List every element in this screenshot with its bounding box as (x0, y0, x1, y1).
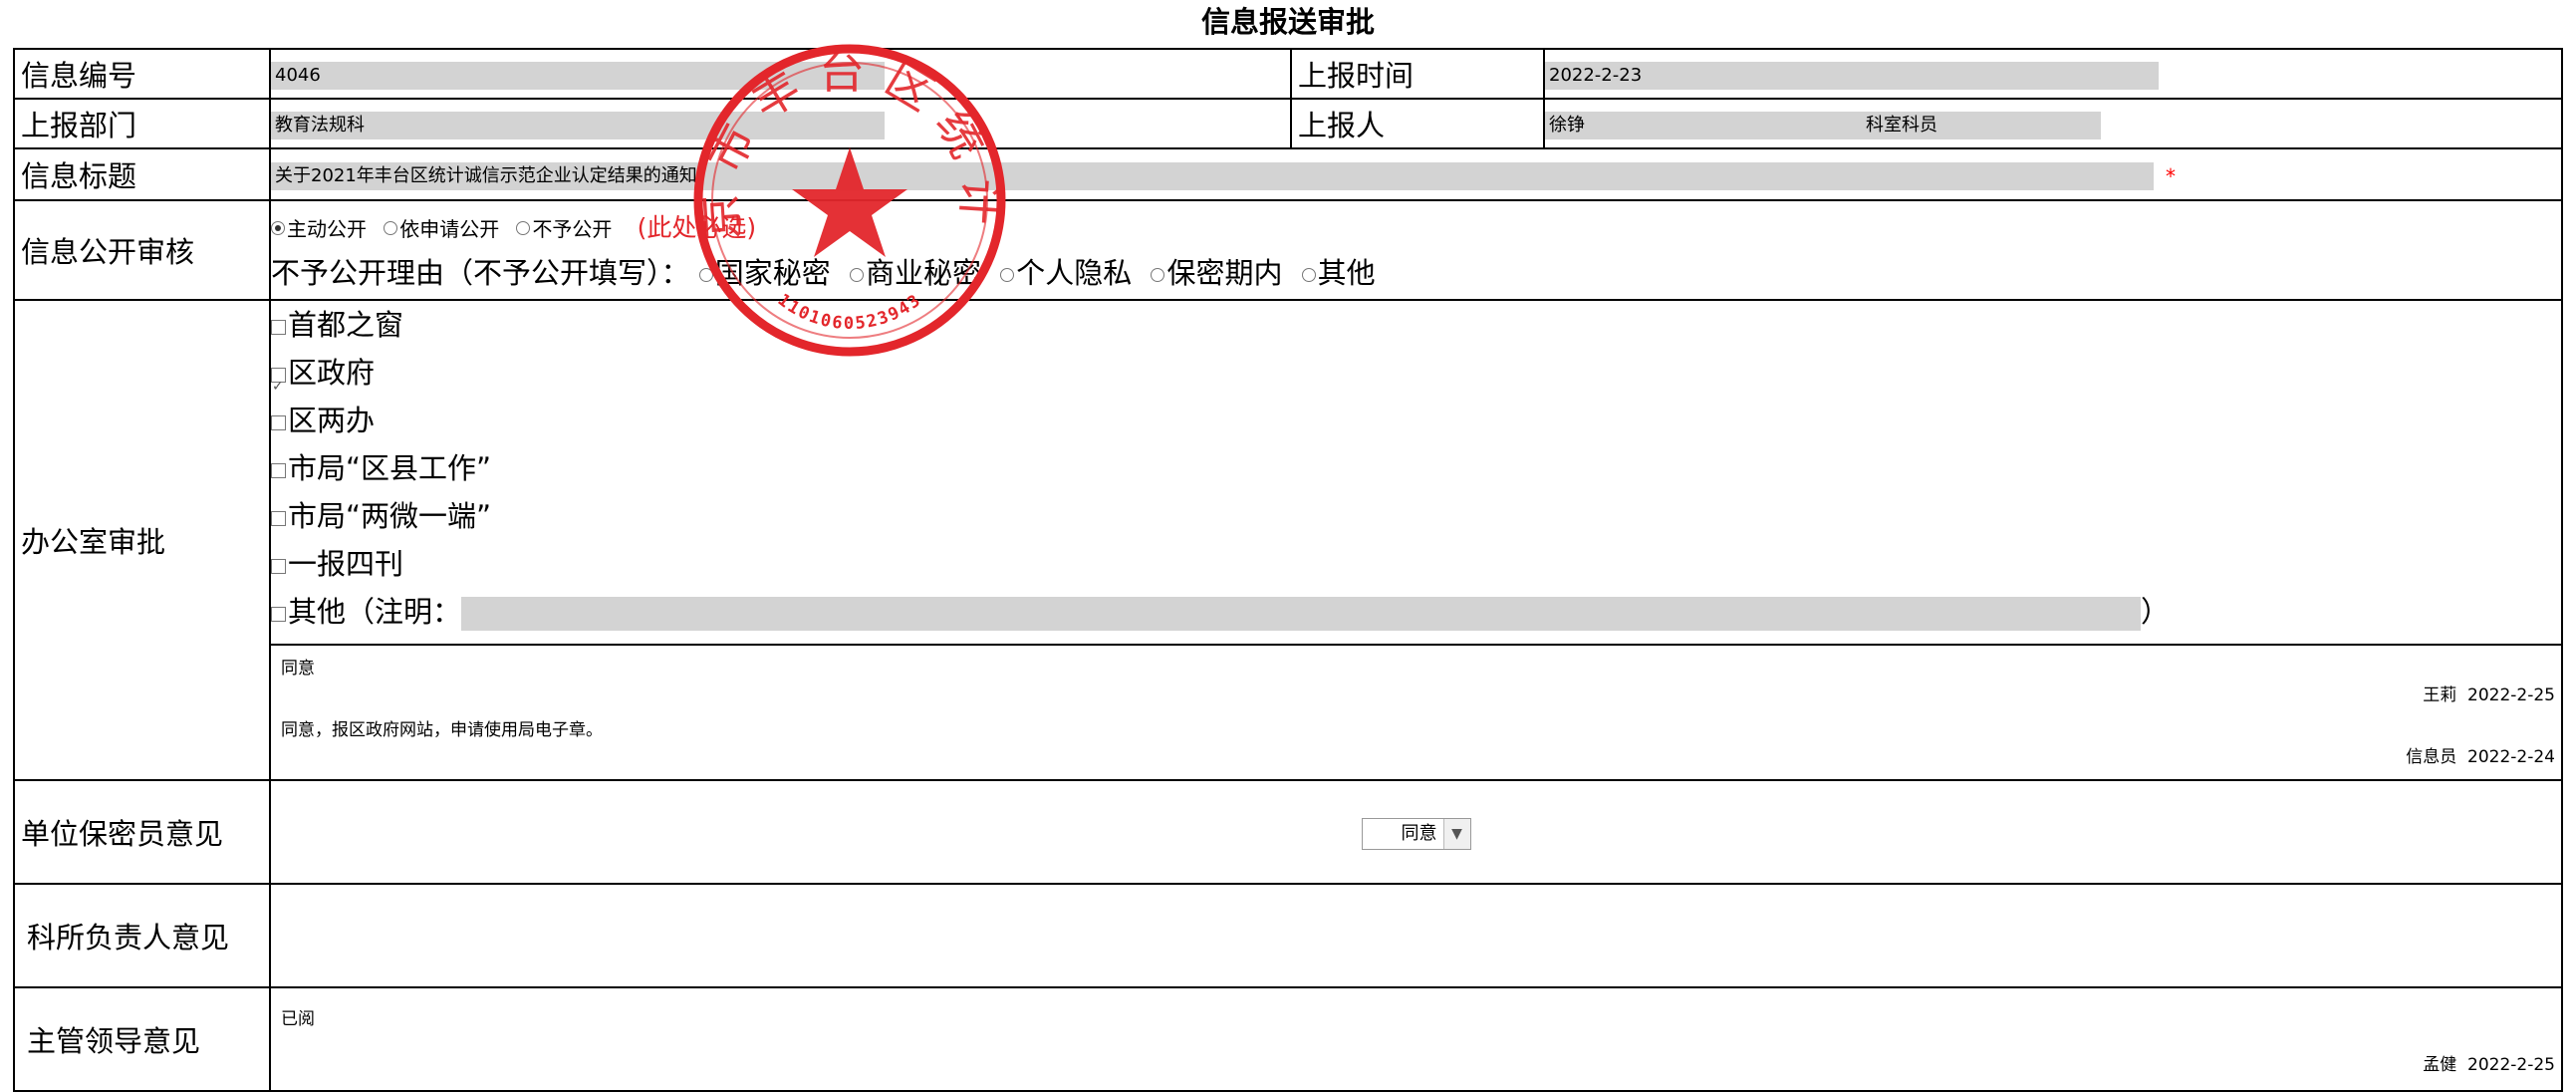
radio-icon (1000, 268, 1015, 282)
row-title: 信息标题 关于2021年丰台区统计诚信示范企业认定结果的通知 * (13, 147, 2563, 201)
row-office: 办公室审批 首都之窗 区政府 区两办 市局“区县工作” 市局“两微一端” 一报四… (13, 299, 2563, 781)
required-mark: * (2166, 164, 2176, 188)
reason-option-privacy[interactable]: 个人隐私 (1000, 256, 1132, 290)
info-title-label: 信息标题 (13, 147, 271, 201)
approval-form: 信息编号 4046 上报时间 2022-2-23 上报部门 教育法规科 上报人 … (13, 48, 2563, 1092)
checkbox-bureau-county-work[interactable]: 市局“区县工作” (271, 444, 2561, 492)
checkbox-other: 其他（注明：） (271, 588, 2561, 636)
report-time-cell: 2022-2-23 (1543, 48, 2563, 100)
info-no-label: 信息编号 (13, 48, 271, 100)
checkbox-district-government[interactable]: 区政府 (271, 349, 2561, 410)
row-office-comments: 同意 王莉 2022-2-25 同意，报区政府网站，申请使用局电子章。 信息员 … (14, 644, 2563, 781)
secrecy-cell: 同意 ▼ (269, 779, 2563, 885)
leader-signature: 孟健 2022-2-25 (2423, 1055, 2555, 1075)
row-leader: 主管领导意见 已阅 孟健 2022-2-25 (13, 986, 2563, 1092)
dept-head-label: 科所负责人意见 (13, 883, 271, 988)
row-dept: 上报部门 教育法规科 上报人 徐铮 科室科员 (13, 98, 2563, 149)
checkbox-one-report-four-journals[interactable]: 一报四刊 (271, 540, 2561, 588)
checkbox-capital-window[interactable]: 首都之窗 (271, 301, 2561, 349)
leader-cell: 已阅 孟健 2022-2-25 (269, 986, 2563, 1092)
reporter-name-field[interactable]: 徐铮 (1545, 112, 1862, 139)
row-disclosure: 信息公开审核 主动公开 依申请公开 不予公开 (此处必选) 不予公开理由（不予公… (13, 199, 2563, 301)
radio-icon (849, 268, 864, 282)
reason-row: 不予公开理由（不予公开填写）： 国家秘密 商业秘密 个人隐私 保密期内 其他 (271, 249, 2561, 297)
secrecy-select[interactable]: 同意 ▼ (1361, 817, 1471, 850)
report-time-label: 上报时间 (1290, 48, 1545, 100)
reason-option-business-secret[interactable]: 商业秘密 (849, 256, 981, 290)
disclosure-option-on-request[interactable]: 依申请公开 (384, 209, 499, 243)
disclosure-label: 信息公开审核 (13, 199, 271, 301)
row-dept-head: 科所负责人意见 (13, 883, 2563, 988)
checkbox-icon (271, 606, 286, 622)
reporter-role-field[interactable]: 科室科员 (1862, 112, 2101, 139)
disclosure-options: 主动公开 依申请公开 不予公开 (此处必选) (271, 203, 2561, 249)
secrecy-label: 单位保密员意见 (13, 779, 271, 885)
row-info-no: 信息编号 4046 上报时间 2022-2-23 (13, 48, 2563, 100)
checkbox-icon (271, 510, 286, 526)
radio-icon (1151, 268, 1165, 282)
report-dept-field[interactable]: 教育法规科 (271, 112, 885, 139)
info-title-field[interactable]: 关于2021年丰台区统计诚信示范企业认定结果的通知 (271, 162, 2154, 190)
office-comment-2: 同意，报区政府网站，申请使用局电子章。 (281, 720, 603, 740)
info-title-cell: 关于2021年丰台区统计诚信示范企业认定结果的通知 * (269, 147, 2563, 201)
checkbox-district-two-offices[interactable]: 区两办 (271, 397, 2561, 444)
checkbox-icon (271, 558, 286, 574)
leader-label: 主管领导意见 (13, 986, 271, 1092)
reason-option-confidential-period[interactable]: 保密期内 (1151, 256, 1282, 290)
report-time-field[interactable]: 2022-2-23 (1545, 62, 2159, 90)
report-dept-label: 上报部门 (13, 98, 271, 149)
reason-option-other[interactable]: 其他 (1301, 256, 1376, 290)
info-no-field[interactable]: 4046 (271, 62, 885, 90)
office-signature-1: 王莉 2022-2-25 (2423, 685, 2555, 705)
radio-icon (1301, 268, 1316, 282)
row-secrecy: 单位保密员意见 同意 ▼ (13, 779, 2563, 885)
report-dept-cell: 教育法规科 (269, 98, 1292, 149)
checkbox-other-toggle[interactable]: 其他（注明： (271, 595, 461, 629)
checkbox-icon (271, 414, 286, 430)
office-label: 办公室审批 (13, 299, 271, 781)
radio-icon (384, 221, 398, 235)
radio-icon (698, 268, 713, 282)
reason-option-state-secret[interactable]: 国家秘密 (698, 256, 831, 290)
reporter-cell: 徐铮 科室科员 (1543, 98, 2563, 149)
form-title: 信息报送审批 (1200, 5, 1375, 39)
disclosure-option-active[interactable]: 主动公开 (271, 209, 367, 243)
leader-comment: 已阅 (281, 1009, 315, 1029)
reporter-label: 上报人 (1290, 98, 1545, 149)
radio-icon (271, 221, 285, 235)
disclosure-cell: 主动公开 依申请公开 不予公开 (此处必选) 不予公开理由（不予公开填写）： 国… (269, 199, 2563, 301)
checkbox-checked-icon (271, 363, 286, 410)
checkbox-bureau-media[interactable]: 市局“两微一端” (271, 492, 2561, 540)
checkbox-icon (271, 462, 286, 478)
other-note-input[interactable] (461, 597, 2142, 631)
office-comment-1: 同意 (281, 659, 315, 679)
office-signature-2: 信息员 2022-2-24 (2406, 747, 2555, 767)
office-checkbox-cell: 首都之窗 区政府 区两办 市局“区县工作” 市局“两微一端” 一报四刊 其他（注… (269, 299, 2563, 646)
office-comments-cell: 同意 王莉 2022-2-25 同意，报区政府网站，申请使用局电子章。 信息员 … (269, 644, 2563, 781)
chevron-down-icon[interactable]: ▼ (1442, 818, 1470, 849)
reason-label: 不予公开理由（不予公开填写）： (271, 256, 690, 290)
dept-head-cell (269, 883, 2563, 988)
radio-icon (516, 221, 531, 235)
required-note: (此处必选) (637, 213, 757, 242)
checkbox-icon (271, 319, 286, 335)
info-no-cell: 4046 (269, 48, 1292, 100)
disclosure-option-none[interactable]: 不予公开 (516, 209, 612, 243)
